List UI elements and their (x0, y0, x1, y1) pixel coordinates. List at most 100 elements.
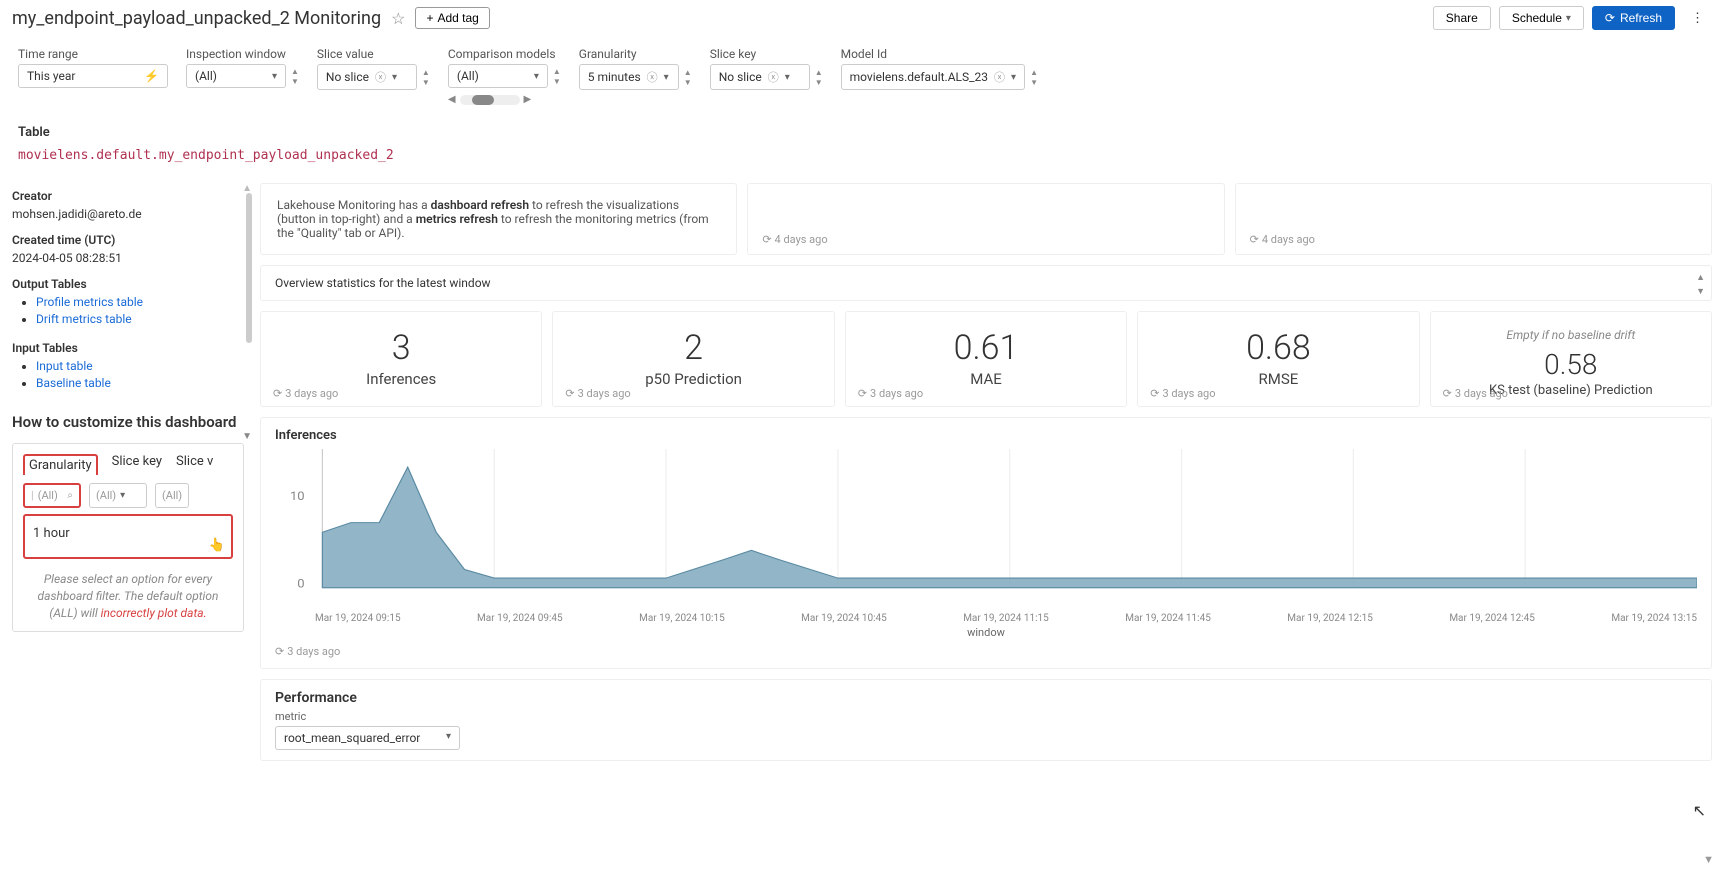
scrub-left-icon[interactable]: ◀ (448, 94, 456, 105)
strip-arrows[interactable]: ▲▼ (1696, 272, 1705, 297)
model-id-input[interactable]: movielens.default.ALS_23 ⓧ ▾ (841, 64, 1025, 90)
filters-bar: Time range This year ⚡ Inspection window… (0, 37, 1724, 115)
stepper[interactable]: ▲▼ (553, 67, 561, 86)
granularity-input[interactable]: 5 minutes ⓧ ▾ (579, 64, 679, 90)
granularity-dd[interactable]: |(All) ⌕ (23, 483, 81, 508)
tab-slice-v[interactable]: Slice v (176, 454, 213, 475)
stat-label: Inferences (275, 370, 527, 388)
inspection-window-input[interactable]: (All) ▾ (186, 64, 286, 88)
clock-icon: ⟳ (1250, 233, 1259, 246)
stat-inferences: 3 Inferences ⟳3 days ago (260, 311, 542, 407)
chevron-down-icon: ▾ (664, 72, 669, 83)
clock-icon: ⟳ (565, 387, 574, 400)
slice-value-value: No slice (326, 70, 369, 84)
stepper[interactable]: ▲▼ (1030, 68, 1038, 87)
created-label: Created time (UTC) (12, 233, 244, 247)
comparison-models-input[interactable]: (All) ▾ (448, 64, 548, 88)
input-table-link[interactable]: Input table (36, 359, 93, 373)
sidebar: ▲ Creator mohsen.jadidi@areto.de Created… (12, 183, 250, 761)
x-axis-title: window (275, 626, 1697, 639)
chevron-down-icon: ▾ (1011, 72, 1016, 83)
scrub-track[interactable] (460, 95, 520, 105)
dd-option-1hour[interactable]: 1 hour 👆 (23, 514, 233, 559)
filter-tabs: Granularity Slice key Slice v (23, 454, 233, 475)
clear-icon[interactable]: ⓧ (647, 69, 658, 85)
x-tick: Mar 19, 2024 12:45 (1449, 613, 1535, 624)
customize-heading: How to customize this dashboard (12, 413, 244, 431)
stepper[interactable]: ▲▼ (422, 68, 430, 87)
note-will: will (78, 606, 101, 620)
time-range-input[interactable]: This year ⚡ (18, 64, 168, 88)
stat-value: 0.61 (860, 328, 1112, 368)
slice-key-input[interactable]: No slice ⓧ ▾ (710, 64, 810, 90)
main-area: ▲ Creator mohsen.jadidi@areto.de Created… (0, 183, 1724, 781)
y-tick-10: 10 (290, 490, 305, 504)
time-range-value: This year (27, 69, 75, 83)
dd-placeholder: (All) (162, 489, 182, 502)
stepper[interactable]: ▲▼ (291, 67, 299, 86)
scrub-right-icon[interactable]: ▶ (524, 94, 532, 105)
note-all: (ALL) (49, 606, 77, 620)
stat-ts: 3 days ago (578, 387, 631, 400)
dd-placeholder: (All) (96, 489, 116, 502)
slice-key-dd[interactable]: (All) ▾ (89, 483, 147, 508)
metric-dropdown[interactable]: root_mean_squared_error ▾ (275, 726, 460, 750)
clear-icon[interactable]: ⓧ (375, 69, 386, 85)
drift-metrics-link[interactable]: Drift metrics table (36, 312, 132, 326)
stat-label: p50 Prediction (567, 370, 819, 388)
x-tick: Mar 19, 2024 11:45 (1125, 613, 1211, 624)
note-error: incorrectly plot data. (101, 606, 207, 620)
scrollbar-thumb[interactable] (246, 193, 252, 343)
top-bar: my_endpoint_payload_unpacked_2 Monitorin… (0, 0, 1724, 37)
dd-option-label: 1 hour (33, 526, 70, 541)
stepper[interactable]: ▲▼ (684, 68, 692, 87)
scroll-down-icon[interactable]: ▼ (1703, 853, 1714, 866)
profile-metrics-link[interactable]: Profile metrics table (36, 295, 143, 309)
input-tables-list: Input table Baseline table (12, 359, 244, 391)
x-tick: Mar 19, 2024 10:15 (639, 613, 725, 624)
scrub-thumb[interactable] (472, 95, 494, 105)
table-label: Table (18, 125, 1706, 140)
chevron-down-icon: ▾ (272, 71, 277, 82)
filter-slice-value: Slice value No slice ⓧ ▾ ▲▼ (317, 47, 430, 105)
creator-value: mohsen.jadidi@areto.de (12, 207, 244, 221)
filter-dd-row: |(All) ⌕ (All) ▾ (All) (23, 483, 233, 508)
metric-value: root_mean_squared_error (284, 731, 420, 745)
clock-icon: ⟳ (275, 645, 284, 658)
x-tick: Mar 19, 2024 09:45 (477, 613, 563, 624)
ts-text: 4 days ago (1262, 233, 1315, 246)
slice-v-dd[interactable]: (All) (155, 483, 189, 508)
stepper[interactable]: ▲▼ (815, 68, 823, 87)
metric-label: metric (275, 710, 1697, 723)
star-icon[interactable]: ☆ (391, 9, 405, 28)
kebab-menu-icon[interactable]: ⋮ (1683, 7, 1712, 30)
ts-text: 4 days ago (775, 233, 828, 246)
created-value: 2024-04-05 08:28:51 (12, 251, 244, 265)
x-tick: Mar 19, 2024 12:15 (1287, 613, 1373, 624)
x-tick: Mar 19, 2024 10:45 (801, 613, 887, 624)
schedule-button[interactable]: Schedule ▾ (1499, 6, 1584, 30)
refresh-label: Refresh (1620, 11, 1662, 25)
scrub-bar[interactable]: ◀ ▶ (448, 94, 561, 105)
slice-value-input[interactable]: No slice ⓧ ▾ (317, 64, 417, 90)
expand-down-icon[interactable]: ▼ (242, 431, 252, 442)
tab-granularity[interactable]: Granularity (23, 454, 98, 475)
refresh-button[interactable]: ⟳ Refresh (1592, 6, 1675, 30)
filter-granularity: Granularity 5 minutes ⓧ ▾ ▲▼ (579, 47, 692, 105)
clear-icon[interactable]: ⓧ (994, 69, 1005, 85)
clear-icon[interactable]: ⓧ (768, 69, 779, 85)
share-button[interactable]: Share (1433, 6, 1491, 30)
filter-model-id: Model Id movielens.default.ALS_23 ⓧ ▾ ▲▼ (841, 47, 1038, 105)
stat-note: Empty if no baseline drift (1445, 328, 1697, 342)
dd-placeholder: (All) (38, 489, 58, 502)
stat-mae: 0.61 MAE ⟳3 days ago (845, 311, 1127, 407)
chevron-down-icon: ▾ (120, 490, 125, 501)
x-labels: Mar 19, 2024 09:15 Mar 19, 2024 09:45 Ma… (275, 613, 1697, 624)
info-card-main: Lakehouse Monitoring has a dashboard ref… (260, 183, 737, 255)
clock-icon: ⟳ (1150, 387, 1159, 400)
add-tag-button[interactable]: + Add tag (415, 7, 489, 29)
info-card-small-1: ⟳4 days ago (747, 183, 1224, 255)
baseline-table-link[interactable]: Baseline table (36, 376, 111, 390)
tab-slice-key[interactable]: Slice key (112, 454, 162, 475)
dashboard-title: my_endpoint_payload_unpacked_2 Monitorin… (12, 8, 381, 29)
